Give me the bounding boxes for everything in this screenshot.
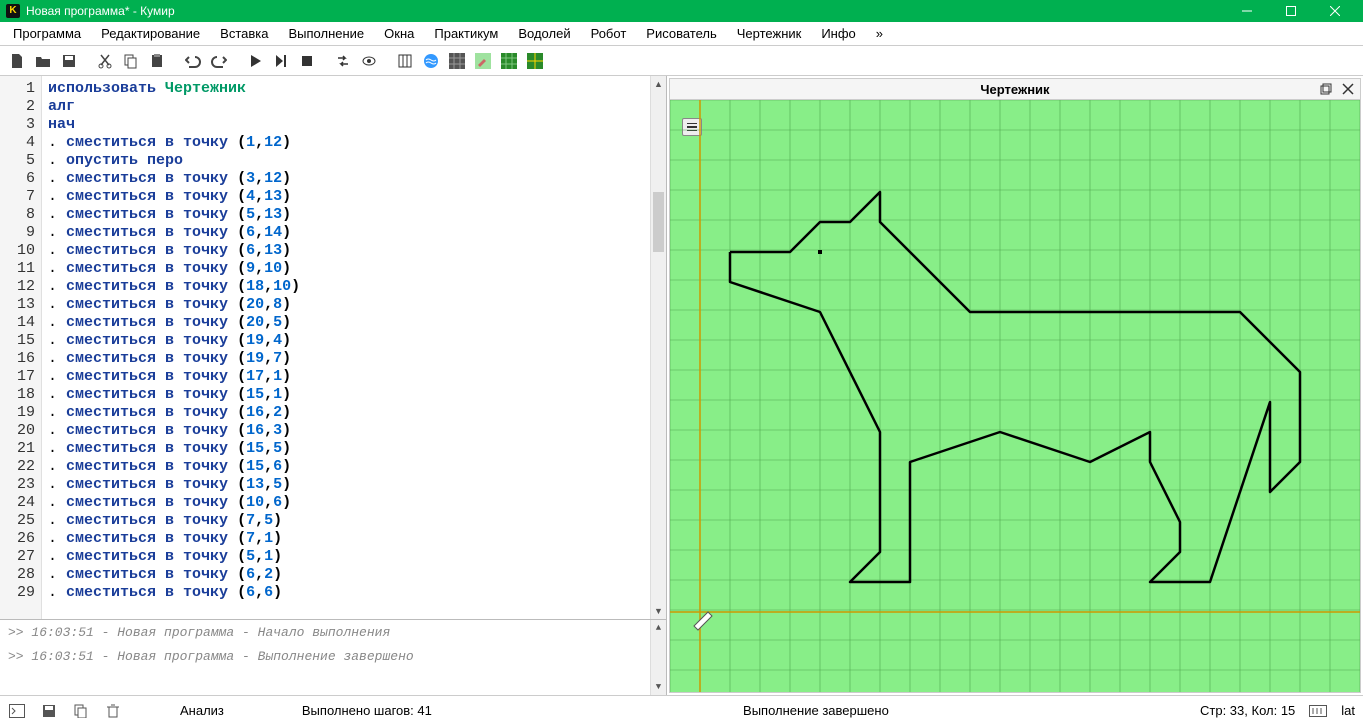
canvas-svg — [670, 100, 1360, 693]
status-analysis: Анализ — [180, 703, 224, 718]
status-cursor: Стр: 33, Кол: 15 — [1200, 703, 1295, 718]
new-file-button[interactable] — [6, 50, 28, 72]
menu-draughtsman[interactable]: Чертежник — [728, 24, 811, 43]
scroll-down-icon[interactable]: ▼ — [651, 679, 666, 695]
menu-edit[interactable]: Редактирование — [92, 24, 209, 43]
minimize-button[interactable] — [1225, 0, 1269, 22]
output-console: >> 16:03:51 - Новая программа - Начало в… — [0, 620, 666, 695]
cut-button[interactable] — [94, 50, 116, 72]
tool-painter-icon[interactable] — [472, 50, 494, 72]
copy-button[interactable] — [120, 50, 142, 72]
console-scrollbar[interactable]: ▲ ▼ — [650, 620, 666, 695]
status-trash-icon[interactable] — [104, 702, 122, 720]
save-file-button[interactable] — [58, 50, 80, 72]
menu-painter[interactable]: Рисователь — [637, 24, 725, 43]
code-editor[interactable]: 1234567891011121314151617181920212223242… — [0, 76, 666, 620]
scroll-up-icon[interactable]: ▲ — [651, 76, 666, 92]
tool-swap-button[interactable] — [332, 50, 354, 72]
drawing-canvas[interactable] — [669, 100, 1361, 693]
toolbar — [0, 46, 1363, 76]
status-steps: Выполнено шагов: 41 — [302, 703, 432, 718]
console-line: >> 16:03:51 - Новая программа - Начало в… — [8, 624, 658, 642]
console-line: >> 16:03:51 - Новая программа - Выполнен… — [8, 648, 658, 666]
tool-vodoley-icon[interactable] — [420, 50, 442, 72]
menu-insert[interactable]: Вставка — [211, 24, 277, 43]
menu-robot[interactable]: Робот — [582, 24, 636, 43]
paste-button[interactable] — [146, 50, 168, 72]
panel-title: Чертежник — [980, 82, 1049, 97]
status-bar: Анализ Выполнено шагов: 41 Выполнение за… — [0, 695, 1363, 725]
tool-eye-button[interactable] — [358, 50, 380, 72]
window-title: Новая программа* - Кумир — [26, 4, 1225, 18]
menu-info[interactable]: Инфо — [812, 24, 864, 43]
status-lang: lat — [1341, 703, 1355, 718]
status-keyboard-icon[interactable] — [1309, 702, 1327, 720]
scroll-up-icon[interactable]: ▲ — [651, 620, 666, 636]
tool-grid-dark-button[interactable] — [446, 50, 468, 72]
status-terminal-icon[interactable] — [8, 702, 26, 720]
open-file-button[interactable] — [32, 50, 54, 72]
stop-button[interactable] — [296, 50, 318, 72]
step-button[interactable] — [270, 50, 292, 72]
status-copy-icon[interactable] — [72, 702, 90, 720]
scroll-down-icon[interactable]: ▼ — [651, 603, 666, 619]
tool-grid-green-button[interactable] — [498, 50, 520, 72]
tool-columns-button[interactable] — [394, 50, 416, 72]
redo-button[interactable] — [208, 50, 230, 72]
code-area[interactable]: использовать Чертежникалгнач. сместиться… — [42, 76, 666, 619]
maximize-button[interactable] — [1269, 0, 1313, 22]
run-button[interactable] — [244, 50, 266, 72]
draughtsman-panel-header: Чертежник — [669, 78, 1361, 100]
panel-restore-icon[interactable] — [1318, 81, 1334, 97]
scroll-thumb[interactable] — [653, 192, 664, 252]
status-state: Выполнение завершено — [743, 703, 889, 718]
close-button[interactable] — [1313, 0, 1357, 22]
menu-run[interactable]: Выполнение — [279, 24, 373, 43]
editor-scrollbar[interactable]: ▲ ▼ — [650, 76, 666, 619]
panel-close-icon[interactable] — [1340, 81, 1356, 97]
menu-bar: Программа Редактирование Вставка Выполне… — [0, 22, 1363, 46]
app-logo-icon: K — [6, 4, 20, 18]
menu-program[interactable]: Программа — [4, 24, 90, 43]
menu-windows[interactable]: Окна — [375, 24, 423, 43]
status-save-icon[interactable] — [40, 702, 58, 720]
menu-more[interactable]: » — [867, 24, 892, 43]
menu-practicum[interactable]: Практикум — [425, 24, 507, 43]
line-number-gutter: 1234567891011121314151617181920212223242… — [0, 76, 42, 619]
title-bar: K Новая программа* - Кумир — [0, 0, 1363, 22]
undo-button[interactable] — [182, 50, 204, 72]
menu-vodoley[interactable]: Водолей — [509, 24, 579, 43]
tool-target-button[interactable] — [524, 50, 546, 72]
